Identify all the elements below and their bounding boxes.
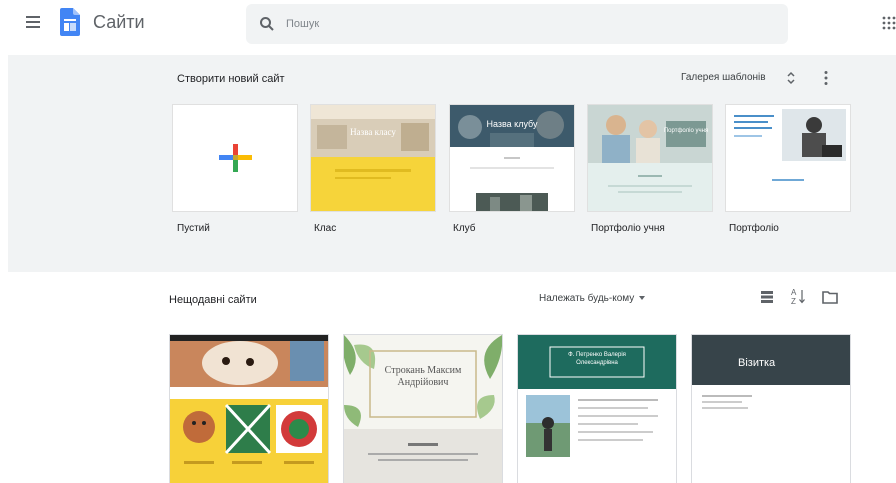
recent-site-thumb-title: Ф. Петренко Валерія Олександрівна (568, 352, 626, 366)
template-label-portfolio: Портфоліо (729, 223, 779, 234)
sites-logo-icon[interactable] (60, 8, 80, 36)
unfold-icon[interactable] (786, 71, 796, 85)
student-portfolio-thumb-title: Портфоліо учня (664, 128, 708, 134)
class-thumb-title: Назва класу (350, 127, 396, 137)
template-label-blank: Пустий (177, 223, 210, 234)
club-thumb-title: Назва клубу (486, 119, 538, 129)
recent-site-card[interactable]: Ф. Петренко Валерія Олександрівна (518, 335, 676, 483)
template-class[interactable]: Назва класу (311, 105, 435, 211)
owner-filter-dropdown[interactable]: Належать будь-кому (539, 293, 646, 304)
template-gallery-toggle[interactable]: Галерея шаблонів (681, 72, 766, 83)
portfolio-template-thumbnail (726, 105, 850, 211)
template-gallery: Створити новий сайт Галерея шаблонів Пус… (8, 55, 896, 272)
recent-site-thumbnail: Ф. Петренко Валерія Олександрівна (518, 335, 676, 483)
recent-sites-title: Нещодавні сайти (169, 294, 257, 306)
search-icon[interactable] (258, 15, 276, 33)
template-label-class: Клас (314, 223, 337, 234)
google-apps-icon[interactable] (882, 16, 896, 30)
search-input[interactable] (286, 14, 766, 34)
app-title: Сайти (93, 12, 145, 32)
svg-text:A: A (791, 288, 797, 297)
recent-site-card[interactable]: Візитка (692, 335, 850, 483)
top-bar: Сайти (0, 0, 896, 48)
more-vert-icon[interactable] (823, 70, 829, 86)
recent-site-thumb-title: Строкань Максим Андрійович (384, 365, 462, 388)
recent-site-thumbnail (170, 335, 328, 483)
template-label-club: Клуб (453, 223, 476, 234)
recent-site-card[interactable]: Строкань Максим Андрійович (344, 335, 502, 483)
club-template-thumbnail: Назва клубу (450, 105, 574, 211)
template-portfolio[interactable] (726, 105, 850, 211)
student-portfolio-thumbnail: Портфоліо учня (588, 105, 712, 211)
recent-site-thumbnail: Візитка (692, 335, 850, 483)
svg-text:Z: Z (791, 297, 796, 305)
search-bar[interactable] (246, 4, 788, 44)
template-blank[interactable] (173, 105, 297, 211)
template-club[interactable]: Назва клубу (450, 105, 574, 211)
recent-site-card[interactable] (170, 335, 328, 483)
recent-site-thumb-title: Візитка (738, 357, 776, 369)
class-template-thumbnail: Назва класу (311, 105, 435, 211)
template-student-portfolio[interactable]: Портфоліо учня (588, 105, 712, 211)
list-view-icon[interactable] (761, 291, 773, 303)
plus-icon (219, 144, 252, 172)
recent-site-thumbnail: Строкань Максим Андрійович (344, 335, 502, 483)
owner-filter-label: Належать будь-кому (539, 293, 635, 304)
caret-down-icon (639, 296, 646, 301)
main-menu-icon[interactable] (26, 16, 40, 28)
template-label-student-portfolio: Портфоліо учня (591, 223, 665, 234)
create-site-title: Створити новий сайт (177, 73, 285, 85)
sort-az-icon[interactable]: A Z (790, 287, 806, 305)
folder-icon[interactable] (822, 290, 838, 304)
